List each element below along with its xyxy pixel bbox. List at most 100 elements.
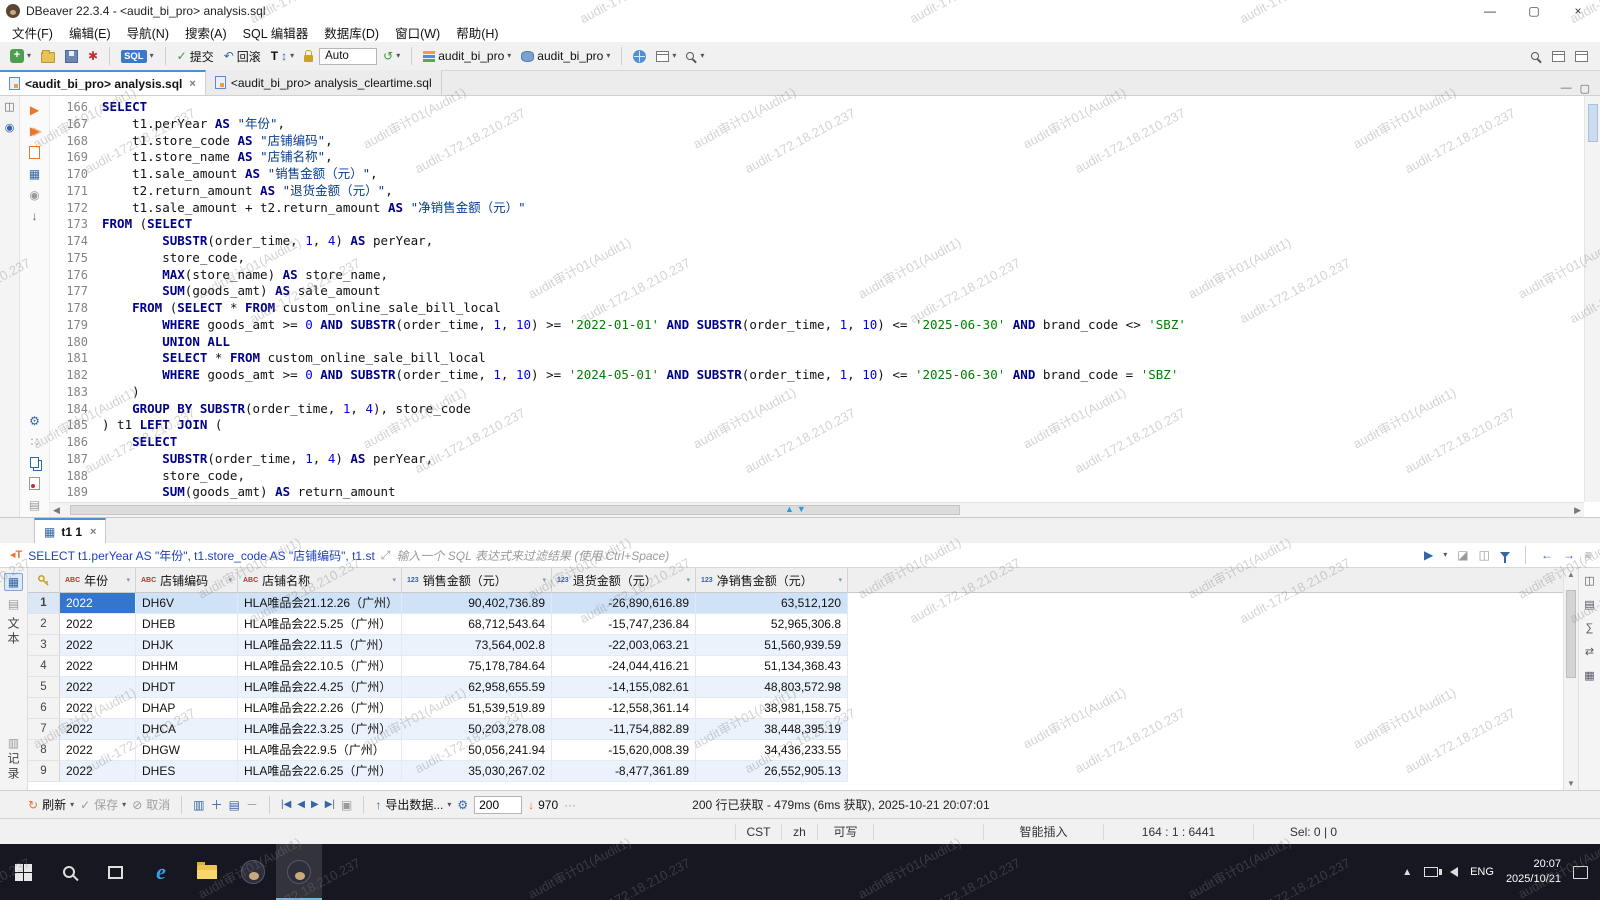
cell[interactable]: DHGW: [136, 740, 238, 761]
notification-center-icon[interactable]: [1573, 866, 1588, 879]
result-tab-t1[interactable]: ▦ t1 1 ×: [34, 518, 106, 543]
preview-button[interactable]: ◉: [29, 189, 39, 201]
cell[interactable]: 50,203,278.08: [402, 719, 552, 740]
cell[interactable]: 35,030,267.02: [402, 761, 552, 782]
results-grid[interactable]: ABC年份▾ABC店铺编码▾ABC店铺名称▾123销售金额（元）▾123退货金额…: [28, 568, 1563, 790]
cell[interactable]: -22,003,063.21: [552, 635, 696, 656]
column-filter-icon[interactable]: ▾: [838, 576, 842, 584]
export-result-button[interactable]: ↓: [32, 210, 38, 222]
column-filter-icon[interactable]: ▾: [126, 576, 130, 584]
cell[interactable]: -26,890,616.89: [552, 593, 696, 614]
row-number[interactable]: 2: [28, 614, 60, 635]
restore-panel-icon[interactable]: ◫: [4, 100, 14, 113]
minimize-editor-icon[interactable]: —: [1561, 82, 1572, 95]
duplicate-row-button[interactable]: ▤: [229, 799, 240, 811]
explain-plan-button[interactable]: [29, 146, 40, 159]
cell[interactable]: 62,958,655.59: [402, 677, 552, 698]
cell[interactable]: HLA唯品会22.5.25（广州）: [238, 614, 402, 635]
clear-filter-button[interactable]: ◪: [1457, 549, 1468, 561]
commit-button[interactable]: ✓ 提交: [173, 46, 218, 67]
row-number[interactable]: 8: [28, 740, 60, 761]
save-filter-button[interactable]: ◫: [1479, 549, 1490, 561]
schema-select[interactable]: audit_bi_pro ▾: [517, 47, 614, 65]
scrollbar-thumb[interactable]: [1588, 104, 1598, 142]
menu-item[interactable]: 帮助(H): [448, 22, 506, 43]
tab-analysis-sql[interactable]: <audit_bi_pro> analysis.sql ×: [0, 70, 206, 95]
status-segment[interactable]: 智能插入: [983, 824, 1103, 840]
status-segment[interactable]: CST: [735, 824, 781, 840]
column-header-5[interactable]: 123退货金额（元）▾: [552, 568, 696, 592]
display-tray-icon[interactable]: [1424, 867, 1438, 877]
row-number[interactable]: 7: [28, 719, 60, 740]
cell[interactable]: 48,803,572.98: [696, 677, 848, 698]
column-header-4[interactable]: 123销售金额（元）▾: [402, 568, 552, 592]
new-connection-button[interactable]: + ▾: [6, 47, 35, 65]
taskbar-search-button[interactable]: [46, 844, 92, 900]
sql-editor[interactable]: 166SELECT167 t1.perYear AS "年份",168 t1.s…: [50, 96, 1584, 502]
show-grid-button[interactable]: ▦: [29, 168, 40, 180]
open-file-button[interactable]: [37, 48, 59, 65]
cell[interactable]: 68,712,543.64: [402, 614, 552, 635]
toolbar-overflow-icon[interactable]: ···: [564, 799, 576, 811]
new-object-button[interactable]: ✱: [84, 48, 102, 64]
focus-row-button[interactable]: ▣: [341, 799, 352, 811]
row-number[interactable]: 4: [28, 656, 60, 677]
status-segment[interactable]: 164 : 1 : 6441: [1103, 824, 1253, 840]
filter-funnel-icon[interactable]: [1500, 552, 1510, 558]
status-segment[interactable]: 可写: [817, 824, 873, 840]
quick-search-button[interactable]: [1527, 50, 1546, 62]
column-header-6[interactable]: 123净销售金额（元）▾: [696, 568, 848, 592]
column-header-2[interactable]: ABC店铺编码▾: [136, 568, 238, 592]
previous-row-button[interactable]: ◀: [297, 800, 305, 810]
cell[interactable]: -15,747,236.84: [552, 614, 696, 635]
cell[interactable]: DHJK: [136, 635, 238, 656]
row-number[interactable]: 6: [28, 698, 60, 719]
input-language-indicator[interactable]: ENG: [1470, 866, 1494, 878]
cell[interactable]: 75,178,784.64: [402, 656, 552, 677]
minimize-button[interactable]: —: [1468, 0, 1512, 22]
scroll-left-icon[interactable]: ◀: [53, 505, 60, 516]
cell[interactable]: 2022: [60, 698, 136, 719]
first-row-button[interactable]: |◀: [281, 800, 291, 810]
cell[interactable]: -11,754,882.89: [552, 719, 696, 740]
cell[interactable]: 52,965,306.8: [696, 614, 848, 635]
cell[interactable]: 38,981,158.75: [696, 698, 848, 719]
search-button[interactable]: ▾: [682, 50, 708, 62]
menu-item[interactable]: 数据库(D): [316, 22, 387, 43]
column-filter-icon[interactable]: ▾: [392, 576, 396, 584]
edit-cell-button[interactable]: ▥: [193, 799, 204, 811]
internet-explorer-button[interactable]: e: [138, 844, 184, 900]
grid-presentation-button[interactable]: ▦: [4, 573, 23, 591]
log-icon[interactable]: ▤: [29, 499, 40, 511]
cell[interactable]: 51,539,519.89: [402, 698, 552, 719]
save-all-button[interactable]: [61, 48, 82, 65]
copy-icon[interactable]: [30, 457, 39, 468]
cell[interactable]: HLA唯品会22.11.5（广州）: [238, 635, 402, 656]
menu-item[interactable]: 搜索(A): [177, 22, 235, 43]
cell[interactable]: HLA唯品会21.12.26（广州）: [238, 593, 402, 614]
scroll-up-icon[interactable]: ▲: [1567, 570, 1575, 579]
rollback-button[interactable]: ↶ 回滚: [220, 46, 265, 67]
scroll-down-icon[interactable]: ▼: [1567, 779, 1575, 788]
filter-input[interactable]: 输入一个 SQL 表达式来过滤结果 (使用 Ctrl+Space): [396, 547, 1418, 564]
grid-vertical-scrollbar[interactable]: ▲ ▼: [1563, 568, 1578, 790]
close-button[interactable]: ×: [1556, 0, 1600, 22]
cell[interactable]: -8,477,361.89: [552, 761, 696, 782]
cell[interactable]: DHAP: [136, 698, 238, 719]
export-data-button[interactable]: ↑ 导出数据... ▾: [375, 796, 451, 813]
new-script-icon[interactable]: [29, 477, 40, 490]
caret-down-icon[interactable]: ▾: [1443, 551, 1447, 559]
file-explorer-button[interactable]: [184, 844, 230, 900]
cell[interactable]: 2022: [60, 719, 136, 740]
cell[interactable]: 63,512,120: [696, 593, 848, 614]
value-viewer-panel-icon[interactable]: ◫: [1584, 574, 1594, 587]
save-button[interactable]: ✓ 保存 ▾: [80, 796, 126, 813]
start-button[interactable]: [0, 844, 46, 900]
cell[interactable]: 2022: [60, 761, 136, 782]
grid-corner-cell[interactable]: [28, 568, 60, 592]
references-panel-icon[interactable]: ⇄: [1585, 645, 1594, 658]
cell[interactable]: 2022: [60, 593, 136, 614]
editor-vertical-scrollbar[interactable]: [1584, 96, 1600, 502]
fetch-size-input[interactable]: [474, 796, 522, 814]
column-header-1[interactable]: ABC年份▾: [60, 568, 136, 592]
